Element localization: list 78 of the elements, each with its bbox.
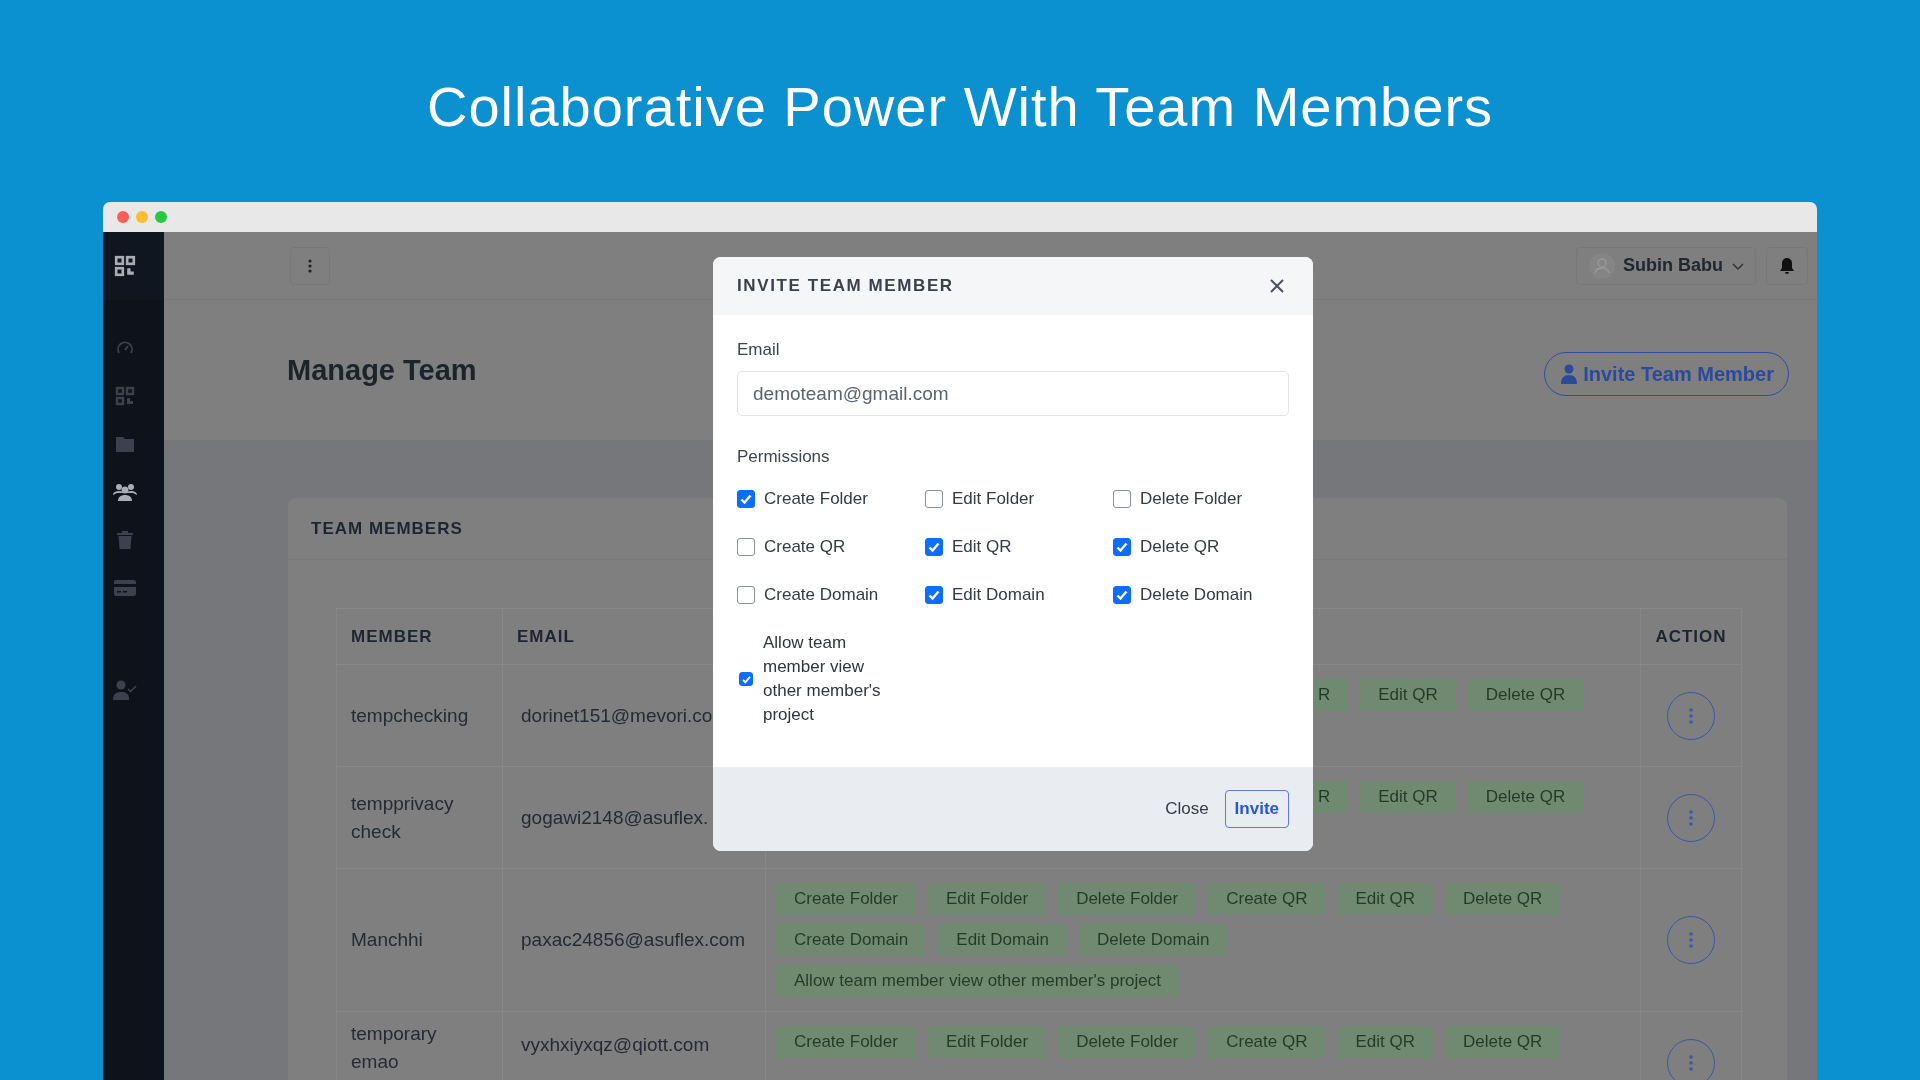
checkbox-label: Allow team member view other member's project xyxy=(763,632,882,726)
kebab-icon xyxy=(308,258,312,273)
permission-tag: Edit QR xyxy=(1360,781,1456,813)
permission-tag: Delete QR xyxy=(1467,781,1584,813)
permission-tag: Edit Domain xyxy=(938,924,1067,956)
permission-tag: R xyxy=(1314,781,1349,813)
kebab-icon xyxy=(1689,809,1693,826)
permission-tag: Create Folder xyxy=(776,1026,916,1058)
permission-tag: Create QR xyxy=(1208,883,1326,915)
folder-icon xyxy=(115,435,135,453)
permission-tag: Delete Folder xyxy=(1058,1026,1197,1058)
checkbox[interactable] xyxy=(1113,586,1131,604)
checkbox[interactable] xyxy=(1113,490,1131,508)
permission-tag: Edit QR xyxy=(1337,1026,1433,1058)
trash-icon xyxy=(116,530,134,550)
maximize-window-dot[interactable] xyxy=(155,211,167,223)
logo-icon[interactable] xyxy=(114,255,136,277)
permission-tag: Edit Folder xyxy=(927,1026,1047,1058)
field-label: Email xyxy=(737,340,781,360)
checkbox-label: Create QR xyxy=(764,537,846,557)
checkbox-label: Create Domain xyxy=(764,585,879,605)
column-header: ACTION xyxy=(1640,608,1742,665)
permission-tag: Create QR xyxy=(1208,1026,1326,1058)
avatar-icon xyxy=(1589,252,1615,279)
kebab-icon xyxy=(1689,932,1693,948)
checkbox-label: Delete QR xyxy=(1140,537,1220,557)
permission-tag: Delete QR xyxy=(1445,1026,1561,1058)
team-icon xyxy=(113,482,137,502)
table-cell: paxac24856@asuflex.com xyxy=(502,868,766,1012)
checkbox[interactable] xyxy=(739,672,753,686)
table-cell: Manchhi xyxy=(336,868,503,1012)
table-cell: tempchecking xyxy=(336,664,503,767)
person-icon xyxy=(1561,364,1578,384)
checkbox-label: Edit QR xyxy=(952,537,1012,557)
permission-tag: Create Folder xyxy=(776,883,916,915)
headline: Collaborative Power With Team Members xyxy=(425,74,1495,140)
table-cell: tempprivacy check xyxy=(336,766,503,869)
notification-icon[interactable] xyxy=(1766,246,1808,285)
dialog-title: INVITE TEAM MEMBER xyxy=(737,276,954,296)
permission-tag: Edit QR xyxy=(1337,883,1433,915)
checkbox[interactable] xyxy=(737,586,755,604)
email-field[interactable]: demoteam@gmail.com xyxy=(737,371,1289,416)
permission-tag: Edit QR xyxy=(1360,679,1456,711)
minimize-window-dot[interactable] xyxy=(136,211,148,223)
page-title: Manage Team xyxy=(287,353,477,387)
checkbox[interactable] xyxy=(925,490,943,508)
section-label: Permissions xyxy=(737,447,831,467)
column-header: MEMBER xyxy=(336,608,503,665)
checkbox-label: Edit Folder xyxy=(952,489,1035,509)
permission-tag: Allow team member view other member's project xyxy=(776,965,1179,997)
permission-tag: R xyxy=(1314,679,1349,711)
checkbox[interactable] xyxy=(925,586,943,604)
checkbox[interactable] xyxy=(737,490,755,508)
permission-tag: Delete Domain xyxy=(1078,924,1228,956)
checkbox-label: Delete Folder xyxy=(1140,489,1243,509)
card-title: TEAM MEMBERS xyxy=(311,518,463,539)
invite-button[interactable]: Invite xyxy=(1224,790,1289,828)
qr-code-icon xyxy=(115,386,135,406)
kebab-icon xyxy=(1689,707,1693,724)
checkbox-label: Create Folder xyxy=(764,489,868,509)
user-check-icon xyxy=(113,680,137,700)
table-cell: temporary emao xyxy=(336,1011,503,1080)
permission-tag: Delete QR xyxy=(1467,679,1584,711)
checkbox[interactable] xyxy=(1113,538,1131,556)
checkbox[interactable] xyxy=(925,538,943,556)
kebab-icon xyxy=(1689,1054,1693,1071)
chevron-down-icon xyxy=(1731,260,1745,271)
checkbox-label: Edit Domain xyxy=(952,585,1045,605)
checkbox-label: Delete Domain xyxy=(1140,585,1253,605)
close-button[interactable]: Close xyxy=(1165,793,1209,825)
permission-tag: Edit Folder xyxy=(927,883,1047,915)
permission-tag: Delete Folder xyxy=(1058,883,1197,915)
checkbox[interactable] xyxy=(737,538,755,556)
user-menu[interactable]: Subin Babu xyxy=(1576,246,1756,285)
permission-tag: Delete QR xyxy=(1445,883,1561,915)
close-window-dot[interactable] xyxy=(117,211,129,223)
credit-card-icon xyxy=(114,580,136,596)
permission-tag: Create Domain xyxy=(776,924,927,956)
